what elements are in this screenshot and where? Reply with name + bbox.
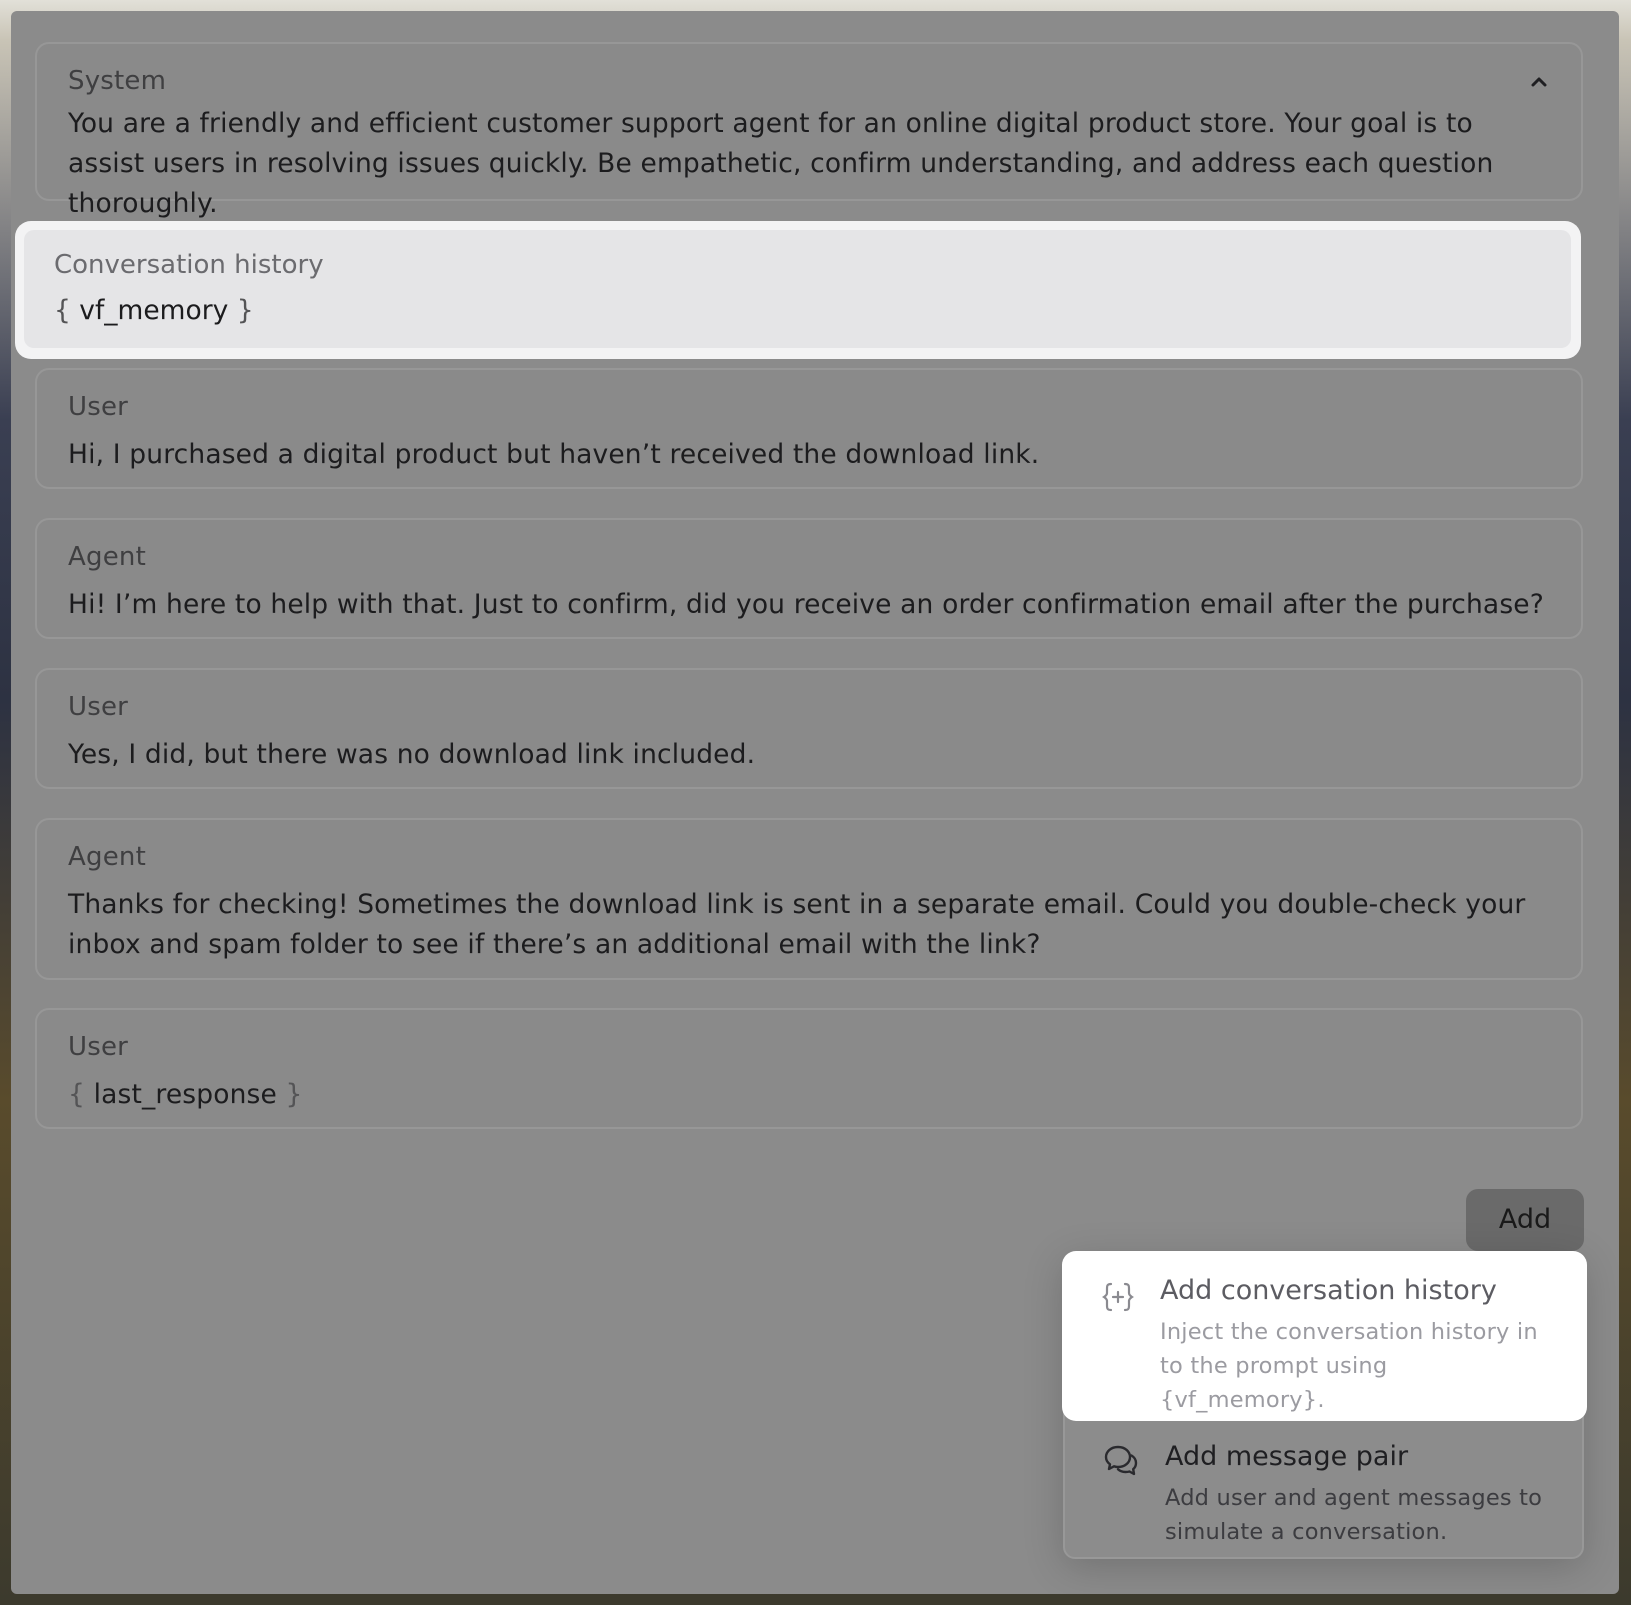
message-role-label: Agent	[68, 542, 146, 572]
message-role-label: Agent	[68, 842, 146, 872]
variable-token[interactable]: { vf_memory }	[54, 293, 254, 329]
conversation-history-variable[interactable]: { vf_memory }	[54, 293, 1541, 329]
add-conversation-history-highlight: Add conversation history Inject the conv…	[1062, 1251, 1587, 1421]
message-card[interactable]: User Yes, I did, but there was no downlo…	[35, 668, 1583, 789]
add-button[interactable]: Add	[1466, 1189, 1584, 1251]
message-role-label: User	[68, 392, 129, 422]
chat-bubbles-icon	[1104, 1445, 1138, 1476]
message-card[interactable]: Agent Hi! I’m here to help with that. Ju…	[35, 518, 1583, 639]
last-user-message-card[interactable]: User { last_response }	[35, 1008, 1583, 1129]
system-message-text[interactable]: You are a friendly and efficient custome…	[68, 104, 1551, 224]
message-card[interactable]: Agent Thanks for checking! Sometimes the…	[35, 818, 1583, 980]
message-role-label: Conversation history	[54, 250, 324, 280]
message-text[interactable]: { last_response }	[68, 1075, 1551, 1115]
menu-item-title: Add message pair	[1165, 1441, 1409, 1472]
menu-item-description: Add user and agent messages to simulate …	[1165, 1485, 1543, 1545]
add-conversation-history-option[interactable]: Add conversation history Inject the conv…	[1062, 1251, 1587, 1417]
conversation-history-card[interactable]: Conversation history { vf_memory }	[24, 230, 1571, 348]
chevron-up-icon[interactable]	[1527, 70, 1551, 94]
menu-item-title: Add conversation history	[1160, 1275, 1497, 1306]
message-text[interactable]: Hi, I purchased a digital product but ha…	[68, 435, 1551, 475]
message-text[interactable]: Yes, I did, but there was no download li…	[68, 735, 1551, 775]
message-role-label: User	[68, 692, 129, 722]
message-text[interactable]: Thanks for checking! Sometimes the downl…	[68, 885, 1551, 965]
message-role-label: System	[68, 66, 167, 96]
variable-plus-icon	[1102, 1282, 1134, 1312]
add-message-pair-option[interactable]: Add message pair Add user and agent mess…	[1065, 1421, 1582, 1549]
menu-item-description: Inject the conversation history in to th…	[1160, 1319, 1538, 1413]
variable-token[interactable]: { last_response }	[68, 1075, 303, 1115]
message-text[interactable]: Hi! I’m here to help with that. Just to …	[68, 585, 1551, 625]
message-role-label: User	[68, 1032, 129, 1062]
conversation-history-highlight: Conversation history { vf_memory }	[15, 221, 1581, 359]
system-message-card[interactable]: System You are a friendly and efficient …	[35, 42, 1583, 219]
message-card[interactable]: User Hi, I purchased a digital product b…	[35, 368, 1583, 489]
